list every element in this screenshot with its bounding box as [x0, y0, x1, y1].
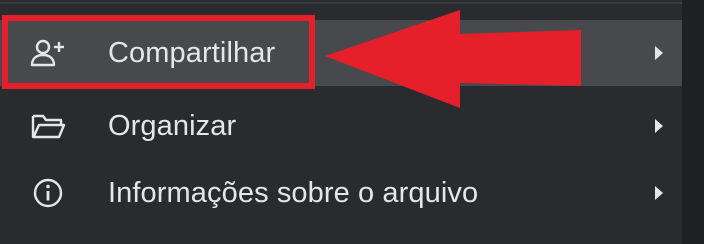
menu-item-informacoes[interactable]: Informações sobre o arquivo [0, 160, 682, 226]
chevron-right-icon [650, 181, 668, 205]
folder-open-icon [27, 105, 69, 147]
screenshot-canvas: Compartilhar Organizar Informações sobre… [0, 0, 704, 244]
scrollbar-track [682, 0, 704, 244]
chevron-right-icon [650, 114, 668, 138]
chevron-right-icon [650, 41, 668, 65]
annotation-highlight-box [2, 15, 315, 89]
info-icon [27, 172, 69, 214]
menu-divider [0, 2, 682, 4]
annotation-arrow-icon [325, 10, 581, 108]
menu-item-label: Organizar [108, 109, 237, 142]
menu-item-label: Informações sobre o arquivo [108, 176, 479, 209]
